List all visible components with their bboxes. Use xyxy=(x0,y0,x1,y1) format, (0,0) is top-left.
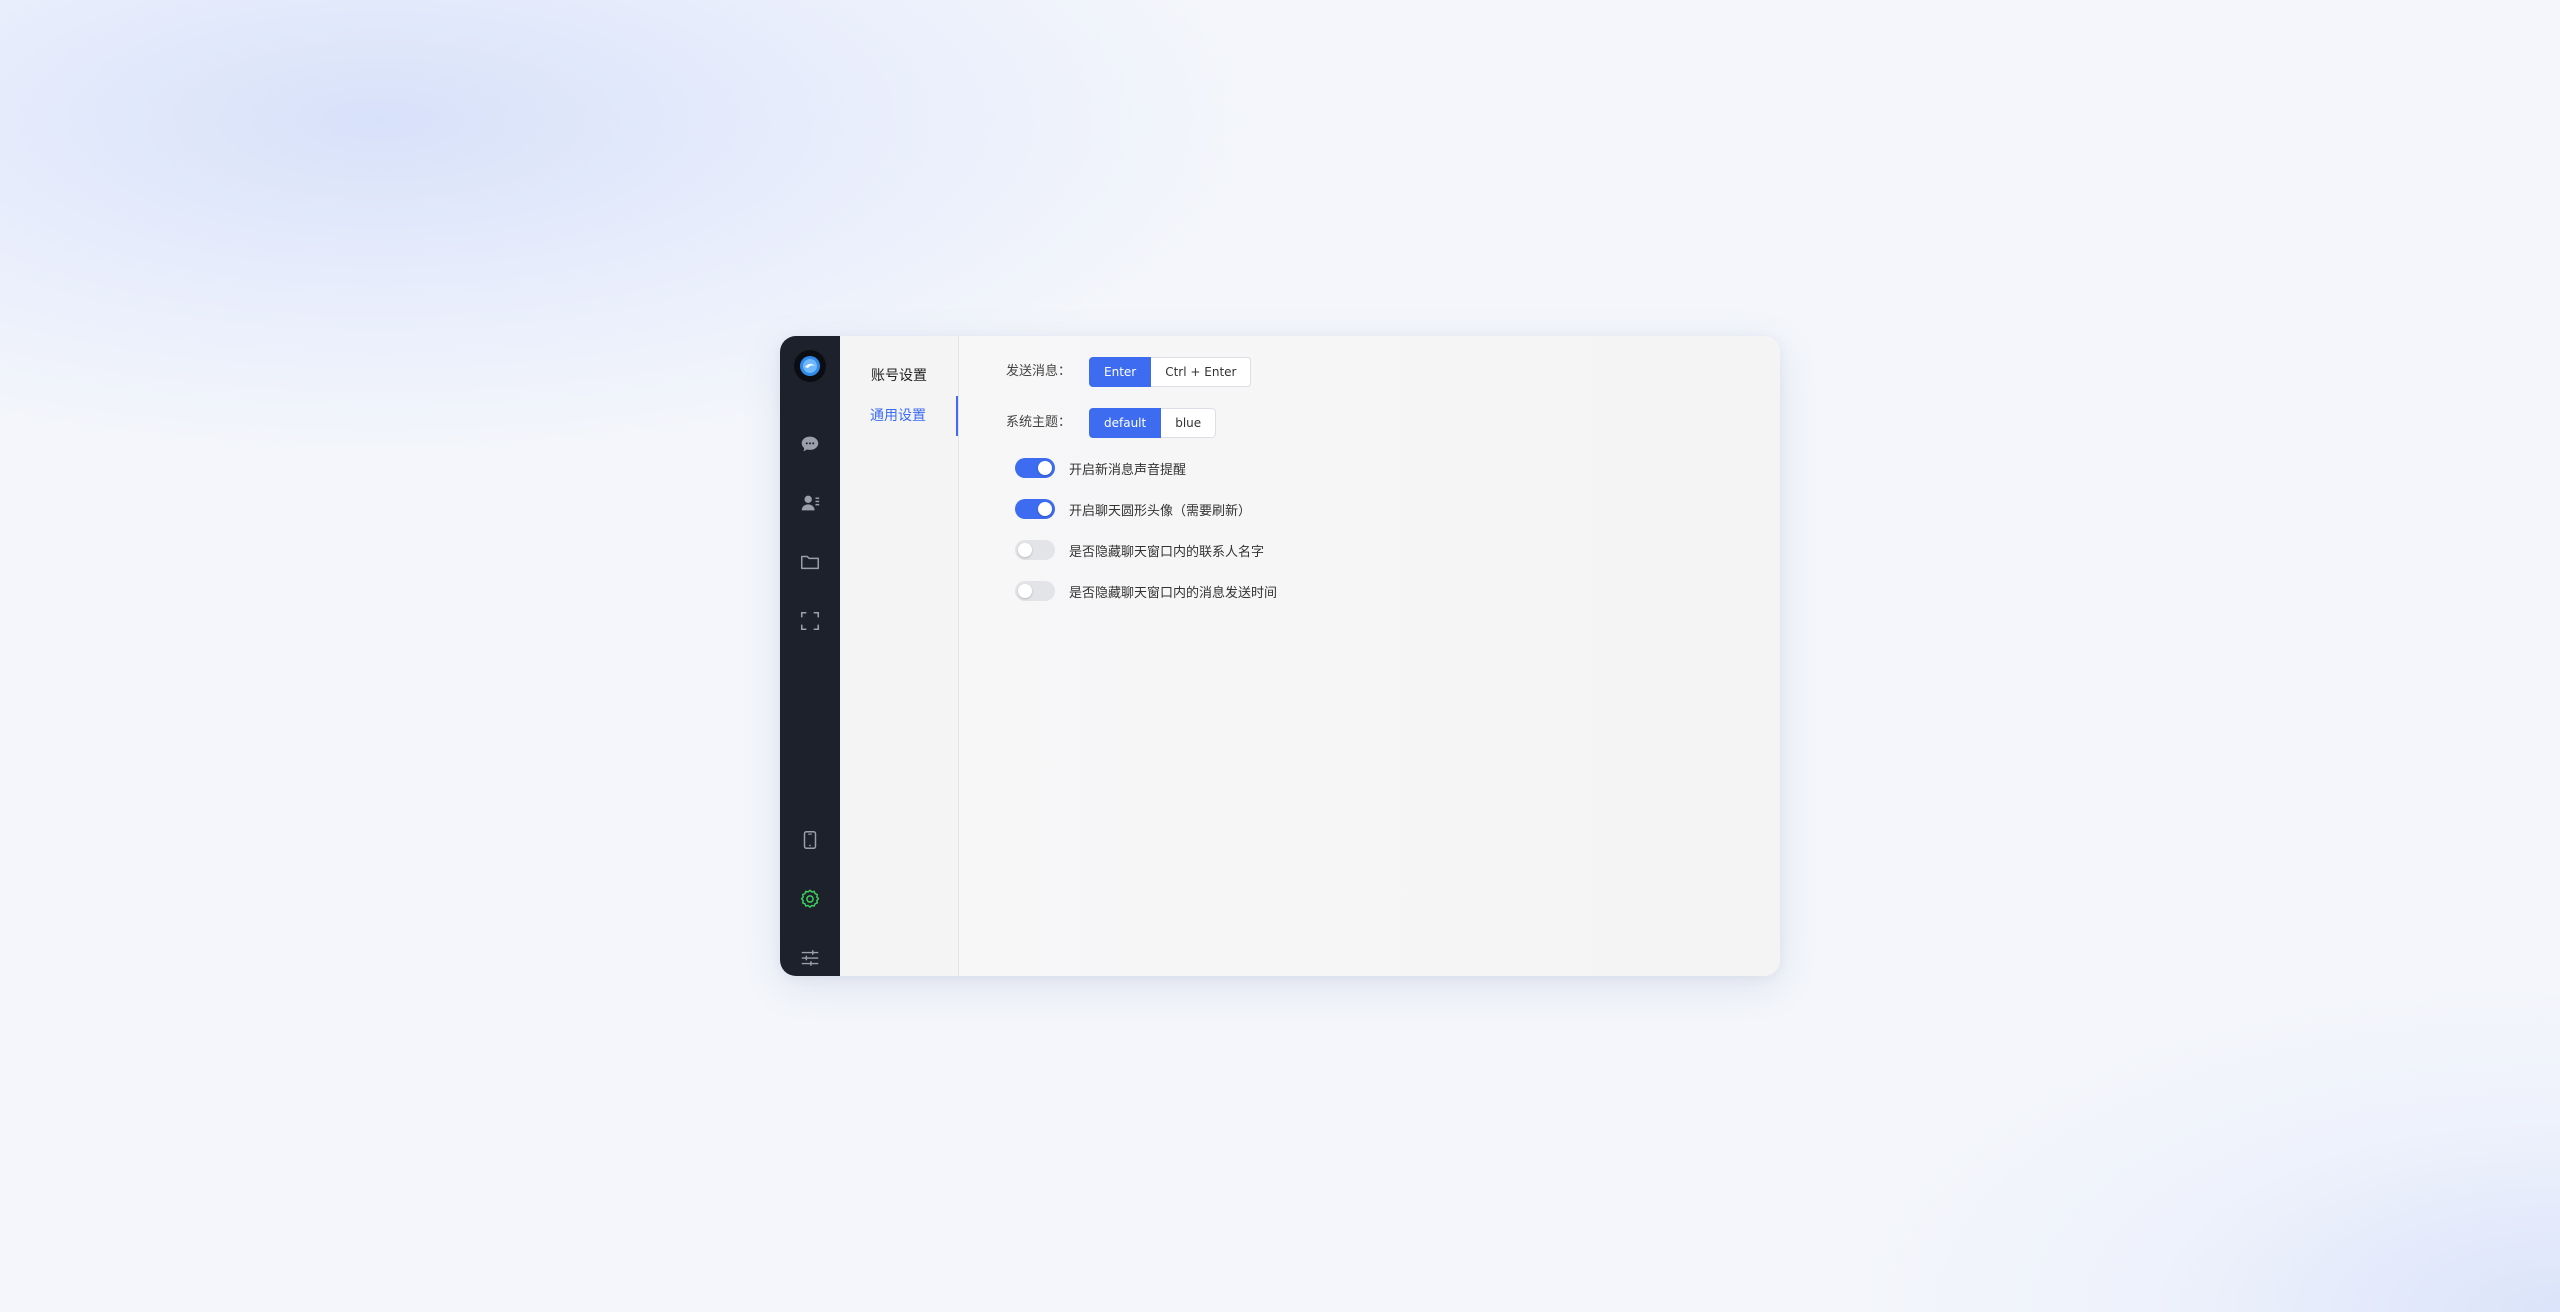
switch-knob xyxy=(1038,502,1052,516)
sliders-icon xyxy=(801,950,819,966)
send-message-label: 发送消息： xyxy=(1006,364,1072,379)
chat-nav[interactable] xyxy=(798,432,822,456)
folder-icon xyxy=(801,555,819,570)
menu-item-general-settings[interactable]: 通用设置 xyxy=(840,396,958,436)
hide-send-time-switch[interactable] xyxy=(1015,581,1055,601)
contacts-icon xyxy=(801,495,820,511)
phone-nav[interactable] xyxy=(798,828,822,852)
settings-menu: 账号设置 通用设置 xyxy=(840,336,959,976)
preferences-nav[interactable] xyxy=(798,946,822,970)
theme-segmented: default blue xyxy=(1089,408,1217,438)
scan-icon xyxy=(800,611,820,631)
switch-knob xyxy=(1018,543,1032,557)
toggle-row-hide-contact-name: 是否隐藏聊天窗口内的联系人名字 xyxy=(1015,538,1264,562)
sidebar-rail xyxy=(780,336,840,976)
round-avatar-label: 开启聊天圆形头像（需要刷新） xyxy=(1069,503,1252,519)
scan-nav[interactable] xyxy=(798,609,822,633)
theme-blue-option[interactable]: blue xyxy=(1161,408,1217,438)
toggle-row-round-avatar: 开启聊天圆形头像（需要刷新） xyxy=(1015,497,1251,521)
send-enter-option[interactable]: Enter xyxy=(1089,357,1152,387)
send-message-segmented: Enter Ctrl + Enter xyxy=(1089,357,1252,387)
round-avatar-switch[interactable] xyxy=(1015,499,1055,519)
menu-item-account-settings[interactable]: 账号设置 xyxy=(840,356,958,396)
switch-knob xyxy=(1038,461,1052,475)
hide-send-time-label: 是否隐藏聊天窗口内的消息发送时间 xyxy=(1069,585,1278,601)
app-logo-icon xyxy=(800,356,820,376)
phone-icon xyxy=(803,831,817,849)
settings-nav[interactable] xyxy=(798,887,822,911)
theme-label: 系统主题： xyxy=(1006,415,1072,430)
sound-alert-label: 开启新消息声音提醒 xyxy=(1069,462,1187,478)
toggle-row-sound: 开启新消息声音提醒 xyxy=(1015,456,1186,480)
hide-contact-name-switch[interactable] xyxy=(1015,540,1055,560)
general-settings-panel: 发送消息： Enter Ctrl + Enter 系统主题： default b… xyxy=(959,336,1780,976)
toggle-row-hide-send-time: 是否隐藏聊天窗口内的消息发送时间 xyxy=(1015,579,1277,603)
sound-alert-switch[interactable] xyxy=(1015,458,1055,478)
app-window: 账号设置 通用设置 发送消息： Enter Ctrl + Enter 系统主题：… xyxy=(780,336,1780,976)
hide-contact-name-label: 是否隐藏聊天窗口内的联系人名字 xyxy=(1069,544,1265,560)
send-ctrl-enter-option[interactable]: Ctrl + Enter xyxy=(1151,357,1252,387)
files-nav[interactable] xyxy=(798,550,822,574)
switch-knob xyxy=(1018,584,1032,598)
app-logo[interactable] xyxy=(794,350,826,382)
chat-icon xyxy=(801,436,819,452)
contacts-nav[interactable] xyxy=(798,491,822,515)
theme-default-option[interactable]: default xyxy=(1089,408,1162,438)
settings-icon xyxy=(800,889,820,908)
